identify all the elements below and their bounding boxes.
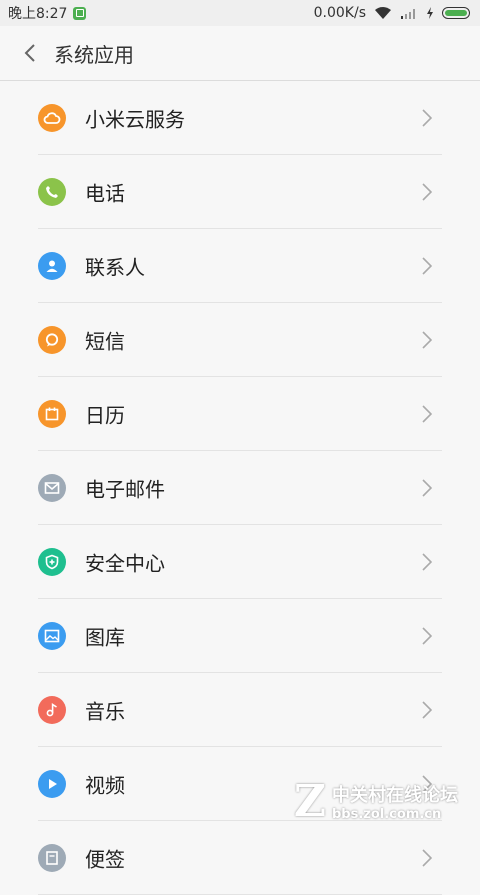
list-item-phone[interactable]: 电话 <box>0 155 480 229</box>
list-item-email[interactable]: 电子邮件 <box>0 451 480 525</box>
list-item-label: 安全中心 <box>85 551 165 576</box>
email-icon <box>38 474 66 502</box>
watermark-title: 中关村在线论坛 <box>332 785 458 806</box>
list-item-label: 小米云服务 <box>85 107 185 132</box>
chevron-right-icon <box>422 257 432 275</box>
chevron-right-icon <box>422 701 432 719</box>
list-item-label: 电子邮件 <box>85 477 165 502</box>
list-item-label: 日历 <box>85 403 125 428</box>
video-icon <box>38 770 66 798</box>
list-item-calendar[interactable]: 日历 <box>0 377 480 451</box>
notes-icon <box>38 844 66 872</box>
page-title: 系统应用 <box>54 42 134 67</box>
zol-logo-icon: Z <box>293 776 326 827</box>
status-bar: 晚上8:27 0.00K/s <box>0 0 480 26</box>
back-arrow-icon <box>24 44 35 62</box>
sms-icon <box>38 326 66 354</box>
security-icon <box>38 548 66 576</box>
list-item-security-center[interactable]: 安全中心 <box>0 525 480 599</box>
signal-icon <box>401 9 415 19</box>
back-button[interactable] <box>10 26 50 80</box>
chevron-right-icon <box>422 553 432 571</box>
list-item-contacts[interactable]: 联系人 <box>0 229 480 303</box>
title-bar: 系统应用 <box>0 26 480 81</box>
gallery-icon <box>38 622 66 650</box>
chevron-right-icon <box>422 331 432 349</box>
contacts-icon <box>38 252 66 280</box>
calendar-icon <box>38 400 66 428</box>
notification-app-icon <box>73 6 87 20</box>
phone-icon <box>38 178 66 206</box>
system-apps-list: 小米云服务 电话 联系人 短信 日历 电子邮件 安全中心 图库 音乐 视频 便签 <box>0 81 480 895</box>
list-item-label: 图库 <box>85 625 125 650</box>
list-item-cloud-service[interactable]: 小米云服务 <box>0 81 480 155</box>
chevron-right-icon <box>422 109 432 127</box>
list-item-label: 联系人 <box>85 255 145 280</box>
chevron-right-icon <box>422 183 432 201</box>
list-item-sms[interactable]: 短信 <box>0 303 480 377</box>
battery-icon <box>442 7 470 19</box>
list-item-label: 短信 <box>85 329 125 354</box>
chevron-right-icon <box>422 479 432 497</box>
chevron-right-icon <box>422 405 432 423</box>
list-item-label: 便签 <box>85 847 125 872</box>
chevron-right-icon <box>422 627 432 645</box>
list-item-music[interactable]: 音乐 <box>0 673 480 747</box>
list-item-notes[interactable]: 便签 <box>0 821 480 895</box>
list-item-label: 音乐 <box>85 699 125 724</box>
network-speed: 0.00K/s <box>313 5 366 21</box>
wifi-icon <box>375 7 391 19</box>
watermark-url: bbs.zol.com.cn <box>332 807 442 822</box>
list-item-label: 电话 <box>85 181 125 206</box>
chevron-right-icon <box>422 849 432 867</box>
cloud-icon <box>38 104 66 132</box>
music-icon <box>38 696 66 724</box>
list-item-label: 视频 <box>85 773 125 798</box>
list-item-gallery[interactable]: 图库 <box>0 599 480 673</box>
watermark: Z 中关村在线论坛 bbs.zol.com.cn <box>294 776 458 827</box>
charging-icon <box>427 7 433 19</box>
status-time: 晚上8:27 <box>8 6 68 22</box>
